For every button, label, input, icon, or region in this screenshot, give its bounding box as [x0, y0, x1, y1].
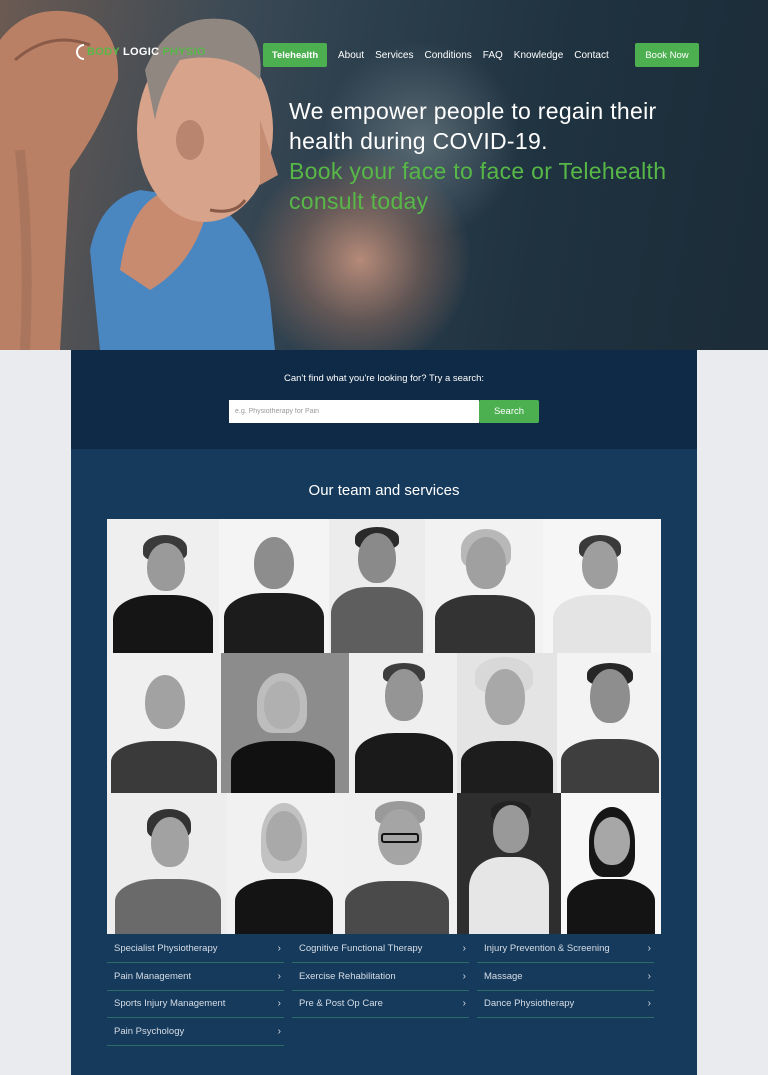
service-link-injury-prevention-screening[interactable]: Injury Prevention & Screening › — [477, 935, 654, 963]
nav-link-services[interactable]: Services — [375, 50, 413, 61]
team-photo — [107, 793, 227, 934]
team-section-title: Our team and services — [308, 482, 460, 499]
service-link-cognitive-functional-therapy[interactable]: Cognitive Functional Therapy › — [292, 935, 469, 963]
team-photo — [561, 793, 661, 934]
team-photo — [337, 793, 457, 934]
chevron-right-icon: › — [462, 971, 466, 982]
service-link-dance-physiotherapy[interactable]: Dance Physiotherapy › — [477, 990, 654, 1018]
service-label: Cognitive Functional Therapy — [299, 943, 423, 954]
service-label: Injury Prevention & Screening — [484, 943, 610, 954]
team-photo — [107, 653, 221, 793]
service-label: Pre & Post Op Care — [299, 998, 383, 1009]
hero-headline: We empower people to regain their health… — [289, 96, 709, 216]
logo-text-body: BODY — [87, 46, 120, 58]
nav-link-conditions[interactable]: Conditions — [425, 50, 472, 61]
search-prompt: Can't find what you're looking for? Try … — [283, 373, 485, 384]
hero-banner: BODY LOGIC PHYSIO Telehealth About Servi… — [0, 0, 768, 350]
chevron-right-icon: › — [647, 998, 651, 1009]
service-label: Dance Physiotherapy — [484, 998, 575, 1009]
team-photo — [349, 653, 457, 793]
hero-headline-primary: We empower people to regain their health… — [289, 98, 657, 154]
service-label: Pain Psychology — [114, 1026, 185, 1037]
service-link-massage[interactable]: Massage › — [477, 963, 654, 991]
team-photo — [457, 793, 561, 934]
team-photo — [457, 653, 557, 793]
team-photo — [425, 519, 543, 653]
service-link-specialist-physiotherapy[interactable]: Specialist Physiotherapy › — [107, 935, 284, 963]
team-photo-grid — [107, 519, 661, 934]
service-label: Exercise Rehabilitation — [299, 971, 396, 982]
hero-headline-cta[interactable]: Book your face to face or Telehealth con… — [289, 156, 709, 216]
chevron-right-icon: › — [277, 943, 281, 954]
chevron-right-icon: › — [277, 998, 281, 1009]
nav-link-contact[interactable]: Contact — [574, 50, 608, 61]
chevron-right-icon: › — [462, 943, 466, 954]
logo-swoosh-icon — [76, 44, 84, 60]
chevron-right-icon: › — [647, 971, 651, 982]
search-button[interactable]: Search — [479, 400, 539, 423]
telehealth-button[interactable]: Telehealth — [263, 43, 327, 67]
service-label: Massage — [484, 971, 523, 982]
service-link-pain-management[interactable]: Pain Management › — [107, 963, 284, 991]
team-photo — [543, 519, 661, 653]
search-form: Search — [229, 400, 539, 423]
book-now-button[interactable]: Book Now — [635, 43, 699, 67]
team-photo — [227, 793, 337, 934]
main-nav: Telehealth About Services Conditions FAQ… — [263, 43, 609, 67]
nav-link-faq[interactable]: FAQ — [483, 50, 503, 61]
service-link-pre-post-op-care[interactable]: Pre & Post Op Care › — [292, 990, 469, 1018]
service-link-sports-injury-management[interactable]: Sports Injury Management › — [107, 990, 284, 1018]
service-label: Specialist Physiotherapy — [114, 943, 218, 954]
team-photo — [219, 519, 329, 653]
team-photo — [221, 653, 349, 793]
chevron-right-icon: › — [277, 971, 281, 982]
team-photo — [557, 653, 661, 793]
chevron-right-icon: › — [462, 998, 466, 1009]
chevron-right-icon: › — [647, 943, 651, 954]
logo-text-logic: LOGIC — [122, 46, 160, 58]
service-label: Sports Injury Management — [114, 998, 226, 1009]
logo-text-physio: PHYSIO — [162, 46, 206, 58]
nav-link-about[interactable]: About — [338, 50, 364, 61]
service-link-exercise-rehabilitation[interactable]: Exercise Rehabilitation › — [292, 963, 469, 991]
team-photo — [107, 519, 219, 653]
chevron-right-icon: › — [277, 1026, 281, 1037]
nav-link-knowledge[interactable]: Knowledge — [514, 50, 563, 61]
brand-logo[interactable]: BODY LOGIC PHYSIO — [76, 44, 206, 60]
service-link-pain-psychology[interactable]: Pain Psychology › — [107, 1018, 284, 1046]
team-photo — [329, 519, 425, 653]
search-input[interactable] — [229, 400, 479, 423]
service-label: Pain Management — [114, 971, 192, 982]
